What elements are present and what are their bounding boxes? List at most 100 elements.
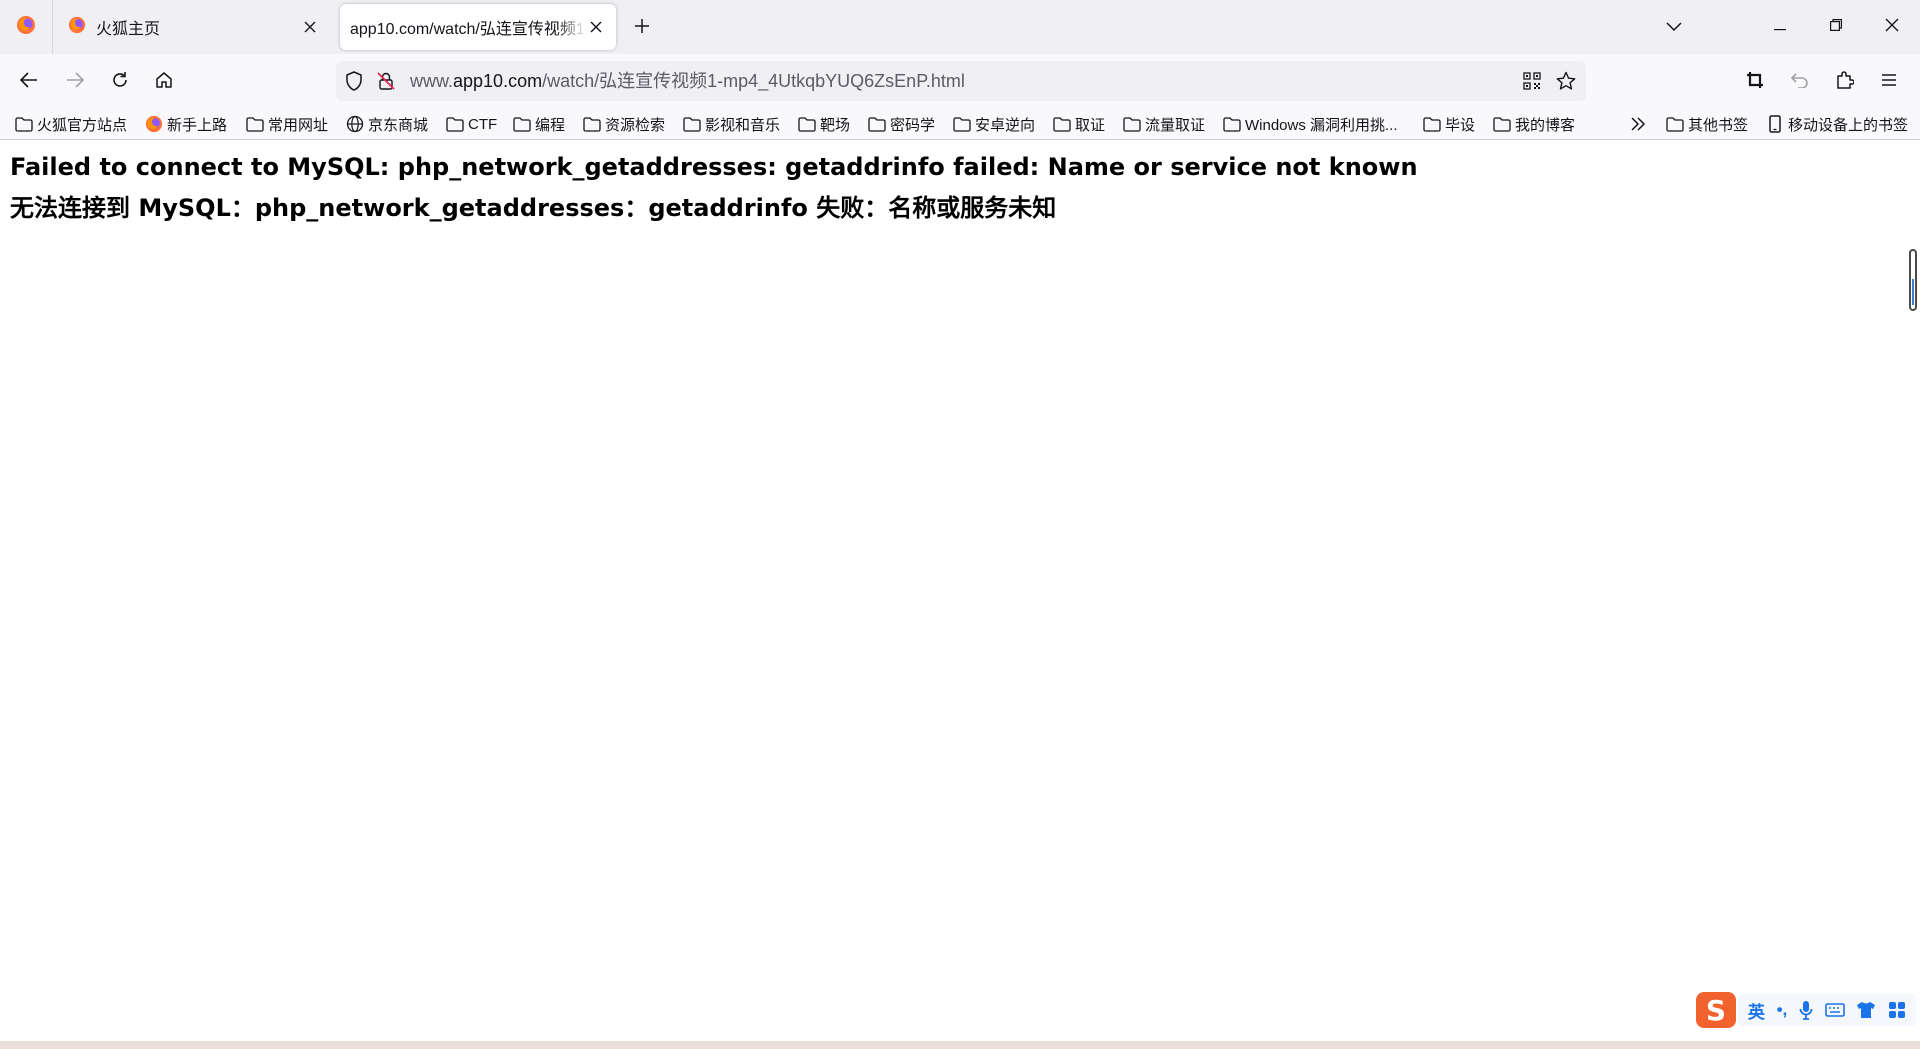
ime-toolbar: S 英 •, xyxy=(1696,990,1916,1030)
skin-shirt-icon[interactable] xyxy=(1856,1001,1876,1019)
folder-icon xyxy=(867,115,887,133)
chevron-down-icon xyxy=(1666,19,1682,37)
folder-icon xyxy=(1122,115,1142,133)
url-bar[interactable]: www.app10.com/watch/弘连宣传视频1-mp4_4UtkqbYU… xyxy=(336,61,1586,101)
bookmark-label: 资源检索 xyxy=(605,116,666,134)
bookmark-item[interactable]: 京东商城 xyxy=(345,112,428,136)
error-message-english: Failed to connect to MySQL: php_network_… xyxy=(10,153,1418,181)
bookmark-label: Windows 漏洞利用挑... xyxy=(1245,116,1398,134)
folder-icon xyxy=(1665,115,1685,133)
scrollbar-thumb[interactable] xyxy=(1909,249,1917,311)
folder-icon xyxy=(1222,115,1242,133)
tab-app10-watch[interactable]: app10.com/watch/弘连宣传视频1-mp4_4UtkqbYUQ6Zs… xyxy=(340,4,616,50)
ime-language-toggle[interactable]: 英 xyxy=(1748,998,1765,1023)
bookmark-item[interactable]: 密码学 xyxy=(867,112,935,136)
bookmark-item[interactable]: 我的博客 xyxy=(1492,112,1575,136)
bookmark-item[interactable]: 常用网址 xyxy=(245,112,328,136)
bookmark-label: 流量取证 xyxy=(1145,116,1206,134)
bookmark-label: 编程 xyxy=(535,116,566,134)
bookmark-label: 取证 xyxy=(1075,116,1106,134)
bookmark-label: 影视和音乐 xyxy=(705,116,781,134)
bookmark-item[interactable]: 流量取证 xyxy=(1122,112,1205,136)
error-message-chinese: 无法连接到 MySQL：php_network_getaddresses：get… xyxy=(10,194,1057,222)
keyboard-icon[interactable] xyxy=(1824,1002,1845,1018)
bookmark-item[interactable]: 影视和音乐 xyxy=(682,112,780,136)
bookmark-other[interactable]: 其他书签 xyxy=(1665,112,1748,136)
tab-firefox-home[interactable]: 火狐主页 xyxy=(58,4,330,50)
bookmark-item[interactable]: 安卓逆向 xyxy=(952,112,1035,136)
screenshot-button[interactable] xyxy=(1740,67,1770,97)
bookmark-item[interactable]: 火狐官方站点 xyxy=(14,112,127,136)
double-chevron-right-icon xyxy=(1628,115,1648,133)
firefox-icon xyxy=(68,16,86,39)
bookmark-label: 火狐官方站点 xyxy=(37,116,128,134)
bookmark-mobile[interactable]: 移动设备上的书签 xyxy=(1765,112,1908,136)
tab-strip: 火狐主页 app10.com/watch/弘连宣传视频1-mp4_4UtkqbY… xyxy=(0,0,1920,54)
bookmark-label: 京东商城 xyxy=(368,116,429,134)
globe-icon xyxy=(345,115,365,133)
folder-icon xyxy=(1052,115,1072,133)
sogou-logo-icon[interactable]: S xyxy=(1696,992,1736,1028)
taskbar-edge xyxy=(0,1041,1920,1049)
qr-code-icon[interactable] xyxy=(1522,71,1542,91)
bookmark-item[interactable]: 靶场 xyxy=(797,112,850,136)
toolbox-grid-icon[interactable] xyxy=(1888,1001,1906,1019)
insecure-lock-icon[interactable] xyxy=(376,71,396,91)
undo-icon xyxy=(1790,72,1808,93)
url-path: /watch/弘连宣传视频1-mp4_4UtkqbYUQ6ZsEnP.html xyxy=(542,71,965,91)
bookmark-label: 新手上路 xyxy=(167,116,228,134)
home-button[interactable] xyxy=(149,67,179,97)
puzzle-icon xyxy=(1836,70,1855,95)
arrow-right-icon xyxy=(66,71,85,93)
star-icon[interactable] xyxy=(1556,71,1576,91)
tab-title: app10.com/watch/弘连宣传视频1-mp4_4UtkqbYUQ6Zs… xyxy=(350,21,586,38)
restore-icon xyxy=(1830,18,1842,36)
extensions-button[interactable] xyxy=(1830,67,1860,97)
menu-button[interactable] xyxy=(1874,67,1904,97)
bookmark-item[interactable]: 新手上路 xyxy=(144,112,227,136)
bookmarks-overflow-button[interactable] xyxy=(1628,112,1651,136)
folder-icon xyxy=(682,115,702,133)
restore-button[interactable] xyxy=(1808,0,1864,54)
bookmarks-toolbar: 火狐官方站点 新手上路 常用网址 京东商城 CTF 编程 资源检索 影视和音乐 … xyxy=(0,108,1920,140)
bookmark-item[interactable]: CTF xyxy=(445,112,497,136)
url-text[interactable]: www.app10.com/watch/弘连宣传视频1-mp4_4UtkqbYU… xyxy=(410,71,965,91)
new-tab-button[interactable] xyxy=(628,14,656,42)
plus-icon xyxy=(634,18,650,39)
bookmark-label: CTF xyxy=(468,115,498,133)
firefox-view-button[interactable] xyxy=(0,0,53,54)
bookmark-item[interactable]: 资源检索 xyxy=(582,112,665,136)
ime-bar: 英 •, xyxy=(1738,994,1916,1026)
tab-title: 火狐主页 xyxy=(96,21,161,38)
bookmark-label: 安卓逆向 xyxy=(975,116,1036,134)
hamburger-menu-icon xyxy=(1881,73,1897,92)
close-icon[interactable] xyxy=(300,17,320,37)
url-host: app10.com xyxy=(453,71,543,91)
reload-button[interactable] xyxy=(105,67,135,97)
close-window-button[interactable] xyxy=(1864,0,1920,54)
microphone-icon[interactable] xyxy=(1799,1000,1813,1020)
page-content: Failed to connect to MySQL: php_network_… xyxy=(0,141,1920,1041)
reload-icon xyxy=(111,71,129,94)
bookmark-item[interactable]: 编程 xyxy=(512,112,565,136)
bookmark-label: 密码学 xyxy=(890,116,936,134)
forward-button[interactable] xyxy=(60,67,90,97)
firefox-icon xyxy=(16,15,36,40)
ime-punctuation-toggle[interactable]: •, xyxy=(1777,1000,1788,1020)
bookmark-label: 毕设 xyxy=(1445,116,1476,134)
url-prefix: www. xyxy=(410,71,454,91)
bookmark-item[interactable]: 取证 xyxy=(1052,112,1105,136)
bookmark-item[interactable]: Windows 漏洞利用挑... xyxy=(1222,112,1398,136)
undo-button[interactable] xyxy=(1784,67,1814,97)
bookmark-item[interactable]: 毕设 xyxy=(1422,112,1475,136)
back-button[interactable] xyxy=(14,67,44,97)
shield-icon[interactable] xyxy=(344,71,364,91)
mobile-icon xyxy=(1765,115,1785,133)
minimize-icon xyxy=(1774,18,1786,36)
arrow-left-icon xyxy=(19,71,38,93)
bookmark-label: 其他书签 xyxy=(1688,116,1749,134)
folder-icon xyxy=(1492,115,1512,133)
minimize-button[interactable] xyxy=(1752,0,1808,54)
list-all-tabs-button[interactable] xyxy=(1660,14,1688,42)
close-icon[interactable] xyxy=(586,17,606,37)
